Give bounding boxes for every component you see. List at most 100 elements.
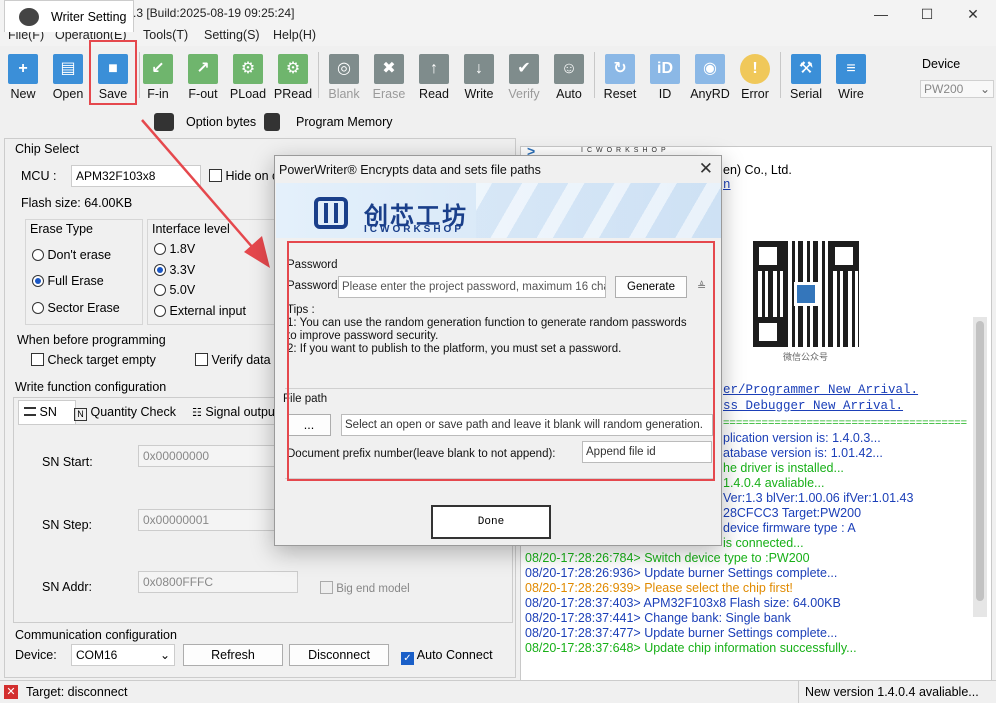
verify-button[interactable]: ✔ Verify [502,50,546,104]
big-endian-option[interactable]: Big end model [320,581,410,595]
company-link[interactable]: n [723,178,731,192]
erase-button[interactable]: ✖ Erase [367,50,411,104]
import-icon: ↙ [143,54,173,84]
read-button[interactable]: ↑ Read [412,50,456,104]
id-icon: iD [650,54,680,84]
refresh-button[interactable]: Refresh [183,644,283,666]
pread-button[interactable]: ⚙ PRead [271,50,315,104]
erase-option-full[interactable]: Full Erase [32,274,104,288]
new-button[interactable]: + New [1,50,45,104]
minimize-button[interactable]: — [858,0,904,28]
pload-icon: ⚙ [233,54,263,84]
check-empty-checkbox[interactable] [31,353,44,366]
wire-button[interactable]: ≡ Wire [829,50,873,104]
id-button[interactable]: iD ID [643,50,687,104]
level-label: External input [169,304,246,318]
log-line: 08/20-17:28:37:403> APM32F103x8 Flash si… [525,596,841,610]
status-target: Target: disconnect [26,685,128,699]
blank-button[interactable]: ◎ Blank [322,50,366,104]
annotation-arrow [141,119,270,268]
log-line: 1.4.0.4 avaliable... [723,476,825,490]
mcu-label: MCU : [21,169,57,183]
close-button[interactable]: ✕ [950,0,996,28]
write-icon: ↓ [464,54,494,84]
auto-connect-label: Auto Connect [416,648,493,662]
tab-writer-setting[interactable]: Writer Setting [4,0,134,32]
dialog-highlight-box [287,241,715,481]
log-line: 08/20-17:28:26:936> Update burner Settin… [525,566,838,580]
com-port-select[interactable]: COM16 ⌄ [71,644,175,666]
level-option[interactable]: 5.0V [154,283,195,297]
serial-button[interactable]: ⚒ Serial [784,50,828,104]
flash-size: Flash size: 64.00KB [21,196,133,210]
wire-label: Wire [838,87,864,101]
menu-tools[interactable]: Tools(T) [143,28,188,42]
title-bar: Power Writer® 1.4.0.3 [Build:2025-08-19 … [0,0,996,28]
tab-quantity-label: Quantity Check [90,405,176,419]
pload-button[interactable]: ⚙ PLoad [226,50,270,104]
news-link-1[interactable]: er/Programmer New Arrival. [723,383,918,397]
log-line: device firmware type : A [723,521,856,535]
open-button[interactable]: ▤ Open [46,50,90,104]
verify-data-option[interactable]: Verify data o [195,353,281,367]
big-endian-checkbox[interactable] [320,581,333,594]
logo-inner [324,203,338,223]
tab-label: Writer Setting [51,10,127,24]
anyrd-button[interactable]: ◉ AnyRD [688,50,732,104]
wire-icon: ≡ [836,54,866,84]
log-line: 08/20-17:28:37:477> Update burner Settin… [525,626,838,640]
encrypt-dialog: PowerWriter® Encrypts data and sets file… [274,155,722,546]
erase-option-label: Don't erase [47,248,112,262]
reset-button[interactable]: ↻ Reset [598,50,642,104]
error-button[interactable]: ! Error [733,50,777,104]
chip-select-title: Chip Select [15,142,79,156]
tab-signal-output[interactable]: ☷ Signal outpu [192,405,275,419]
erase-option-sector[interactable]: Sector Erase [32,301,120,315]
check-empty-option[interactable]: Check target empty [31,353,156,367]
level-label: 5.0V [169,283,196,297]
big-endian-label: Big end model [336,583,410,595]
news-link-2[interactable]: ss Debugger New Arrival. [723,399,903,413]
chevron-down-icon: ⌄ [979,82,990,96]
write-button[interactable]: ↓ Write [457,50,501,104]
pread-label: PRead [273,87,313,101]
auto-connect-option[interactable]: ✓ Auto Connect [401,648,493,665]
verify-data-label: Verify data o [211,353,281,367]
file-out-button[interactable]: ↗ F-out [181,50,225,104]
auto-button[interactable]: ☺ Auto [547,50,591,104]
log-line: he driver is installed... [723,461,844,475]
menu-setting[interactable]: Setting(S) [204,28,260,42]
radio-sector[interactable] [32,302,44,314]
communication-title: Communication configuration [15,628,177,642]
log-scrollbar[interactable] [973,317,987,617]
log-scrollbar-thumb[interactable] [976,321,984,601]
device-value: PW200 [924,82,964,96]
radio-full[interactable] [32,275,44,287]
radio-5v0[interactable] [154,284,166,296]
sn-start-label: SN Start: [42,455,93,469]
erase-type-title: Erase Type [30,222,94,236]
file-in-button[interactable]: ↙ F-in [136,50,180,104]
sn-addr-field[interactable]: 0x0800FFFC [138,571,298,593]
anyrd-icon: ◉ [695,54,725,84]
qr-caption: 微信公众号 [783,352,829,362]
auto-connect-checkbox[interactable]: ✓ [401,652,414,665]
radio-none[interactable] [32,249,44,261]
radio-external[interactable] [154,305,166,317]
dialog-title: PowerWriter® Encrypts data and sets file… [279,163,541,177]
verify-data-checkbox[interactable] [195,353,208,366]
menu-help[interactable]: Help(H) [273,28,316,42]
read-icon: ↑ [419,54,449,84]
device-select[interactable]: PW200 ⌄ [920,80,994,98]
dialog-close-button[interactable]: ✕ [699,159,713,179]
erase-option-none[interactable]: Don't erase [32,248,111,262]
maximize-button[interactable]: ☐ [904,0,950,28]
chevron-down-icon: ⌄ [159,648,170,662]
level-option[interactable]: External input [154,304,246,318]
reset-icon: ↻ [605,54,635,84]
disconnect-button[interactable]: Disconnect [289,644,389,666]
tab-quantity-check[interactable]: N Quantity Check [74,405,176,421]
tab-label: Program Memory [296,115,393,129]
qr-corner [753,317,783,347]
done-button[interactable]: Done [431,505,551,539]
